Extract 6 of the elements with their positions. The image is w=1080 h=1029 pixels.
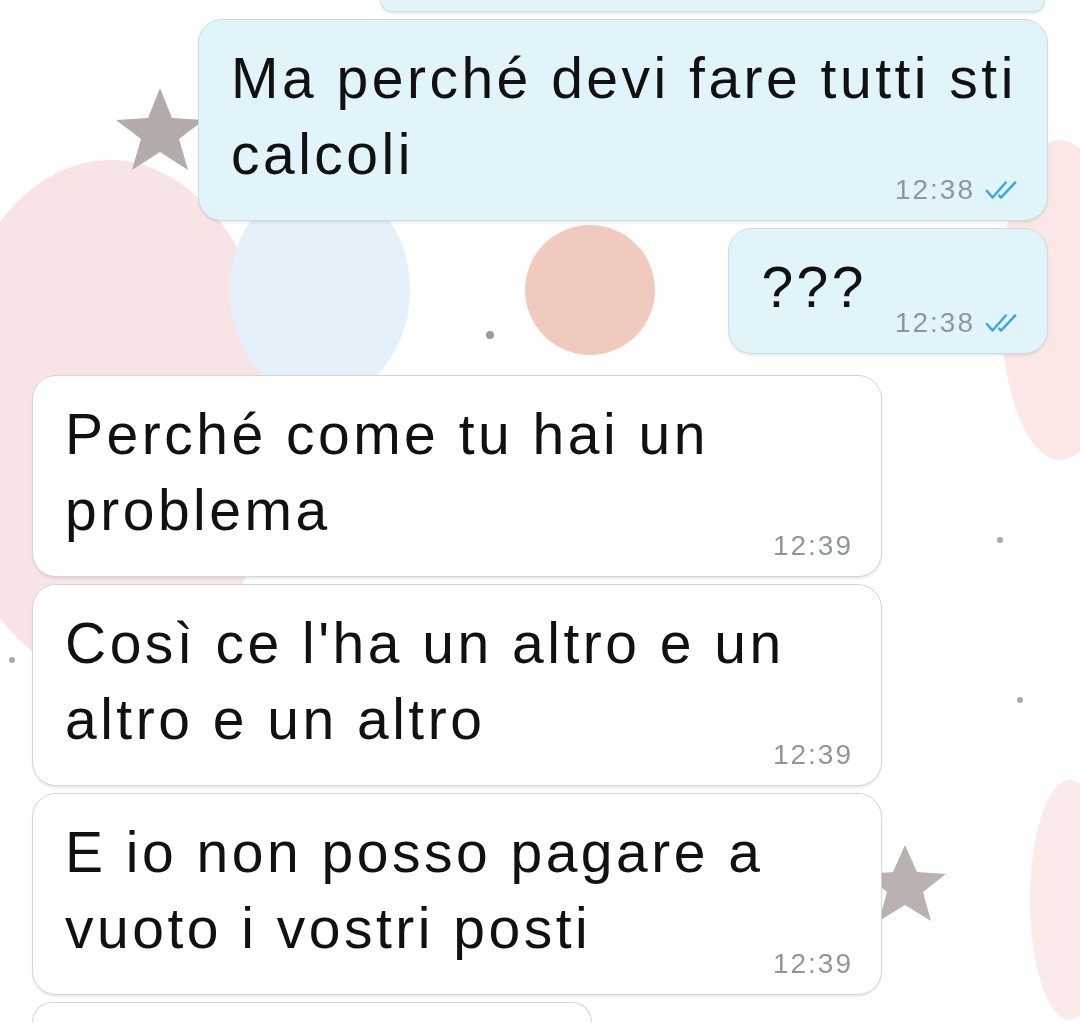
message-time: 12:39 (772, 530, 853, 562)
message-text: E io non posso pagare a vuoto i vostri posti (65, 820, 764, 960)
message-time: 12:39 (772, 948, 853, 980)
message-text: ??? (761, 255, 867, 319)
message-time: 12:38 (894, 307, 975, 339)
message-text: Perché come tu hai un problema (65, 402, 709, 542)
